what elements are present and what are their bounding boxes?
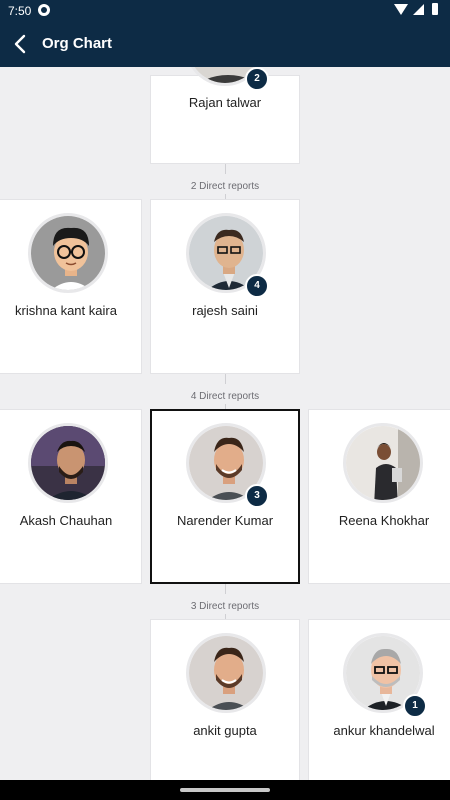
employee-name: krishna kant kaira [15,303,117,318]
system-navigation-bar [0,780,450,800]
avatar [186,633,266,713]
direct-report-count-badge: 3 [245,484,269,508]
employee-name: ankur khandelwal [333,723,435,738]
avatar [343,423,423,503]
direct-reports-label: 2 Direct reports [190,181,260,192]
connector-line [225,164,226,174]
connector-line [225,584,226,594]
app-bar: Org Chart [0,22,450,67]
home-gesture-handle[interactable] [180,788,270,792]
direct-reports-label: 3 Direct reports [190,601,260,612]
employee-name: Reena Khokhar [338,513,430,528]
direct-reports-label: 4 Direct reports [190,391,260,402]
direct-report-count-badge: 4 [245,274,269,298]
employee-card-krishna-kant-kaira[interactable]: krishna kant kaira [0,199,142,374]
avatar [28,423,108,503]
employee-card-ankur-khandelwal[interactable]: 1 ankur khandelwal [308,619,450,780]
org-chart-canvas[interactable]: 2 Rajan talwar 2 Direct reports krishna … [0,67,450,780]
employee-name: Narender Kumar [176,513,274,528]
status-time: 7:50 [8,4,32,18]
employee-name: Rajan talwar [188,95,262,110]
employee-card-narender-kumar[interactable]: 3 Narender Kumar [150,409,300,584]
employee-name: Akash Chauhan [19,513,113,528]
wifi-icon [394,4,408,15]
direct-report-count-badge: 1 [403,694,427,718]
employee-card-rajan-talwar[interactable]: 2 Rajan talwar [150,67,300,164]
employee-card-akash-chauhan[interactable]: Akash Chauhan [0,409,142,584]
avatar [28,213,108,293]
chevron-left-icon[interactable] [10,33,32,55]
employee-name: ankit gupta [193,723,257,738]
signal-icon [413,4,424,15]
employee-card-ankit-gupta[interactable]: ankit gupta [150,619,300,780]
connector-line [225,374,226,384]
battery-icon [432,3,438,15]
page-title: Org Chart [42,35,113,52]
status-bar: 7:50 [0,0,450,22]
employee-card-rajesh-saini[interactable]: 4 rajesh saini [150,199,300,374]
direct-report-count-badge: 2 [245,67,269,91]
notification-icon [38,4,50,16]
employee-name: rajesh saini [192,303,258,318]
employee-card-reena-khokhar[interactable]: Reena Khokhar [308,409,450,584]
